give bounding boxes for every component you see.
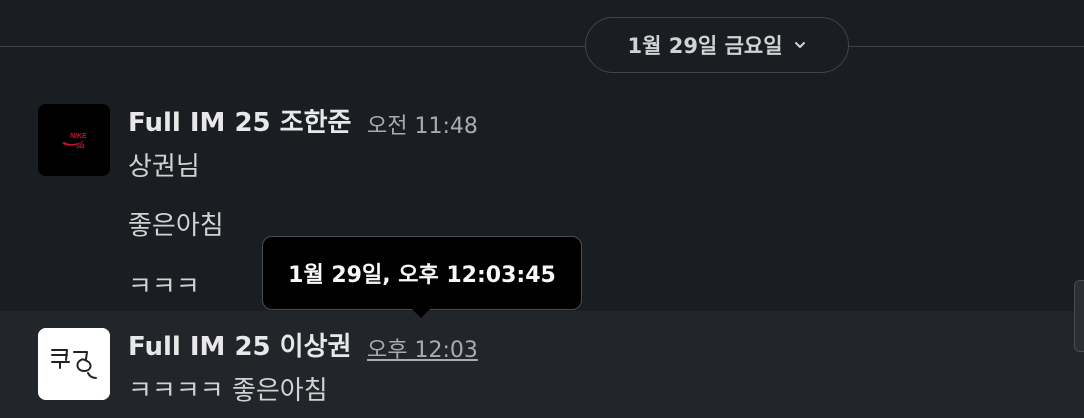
sender-name[interactable]: Full IM 25 조한준	[128, 102, 351, 139]
message-pane: 1월 29일 금요일 NIKE SB Full IM 25 조한준 오전 11:…	[0, 0, 1084, 418]
sender-avatar[interactable]: NIKE SB	[38, 104, 110, 176]
message-timestamp[interactable]: 오전 11:48	[367, 108, 478, 140]
chevron-down-icon	[793, 38, 807, 52]
date-divider-button[interactable]: 1월 29일 금요일	[585, 17, 849, 73]
sender-name[interactable]: Full IM 25 이상권	[128, 326, 351, 363]
timestamp-tooltip: 1월 29일, 오후 12:03:45	[262, 236, 582, 310]
svg-text:SB: SB	[76, 144, 85, 150]
sender-avatar[interactable]	[38, 328, 110, 400]
date-divider-label: 1월 29일 금요일	[627, 34, 783, 58]
tooltip-arrow	[412, 309, 430, 318]
tooltip-text: 1월 29일, 오후 12:03:45	[288, 263, 556, 288]
message-text: ㅋㅋㅋ	[128, 272, 200, 302]
svg-text:NIKE: NIKE	[70, 133, 87, 140]
message-actions-edge[interactable]	[1074, 280, 1084, 352]
message-text: ㅋㅋㅋㅋ 좋은아침	[128, 376, 328, 406]
message-text: 상권님	[128, 152, 200, 182]
date-divider-line	[0, 46, 1084, 47]
message-timestamp-link[interactable]: 오후 12:03	[367, 332, 478, 364]
handwritten-avatar	[38, 328, 110, 400]
message-text: 좋은아침	[128, 211, 224, 241]
nike-sb-logo-avatar: NIKE SB	[38, 104, 110, 176]
